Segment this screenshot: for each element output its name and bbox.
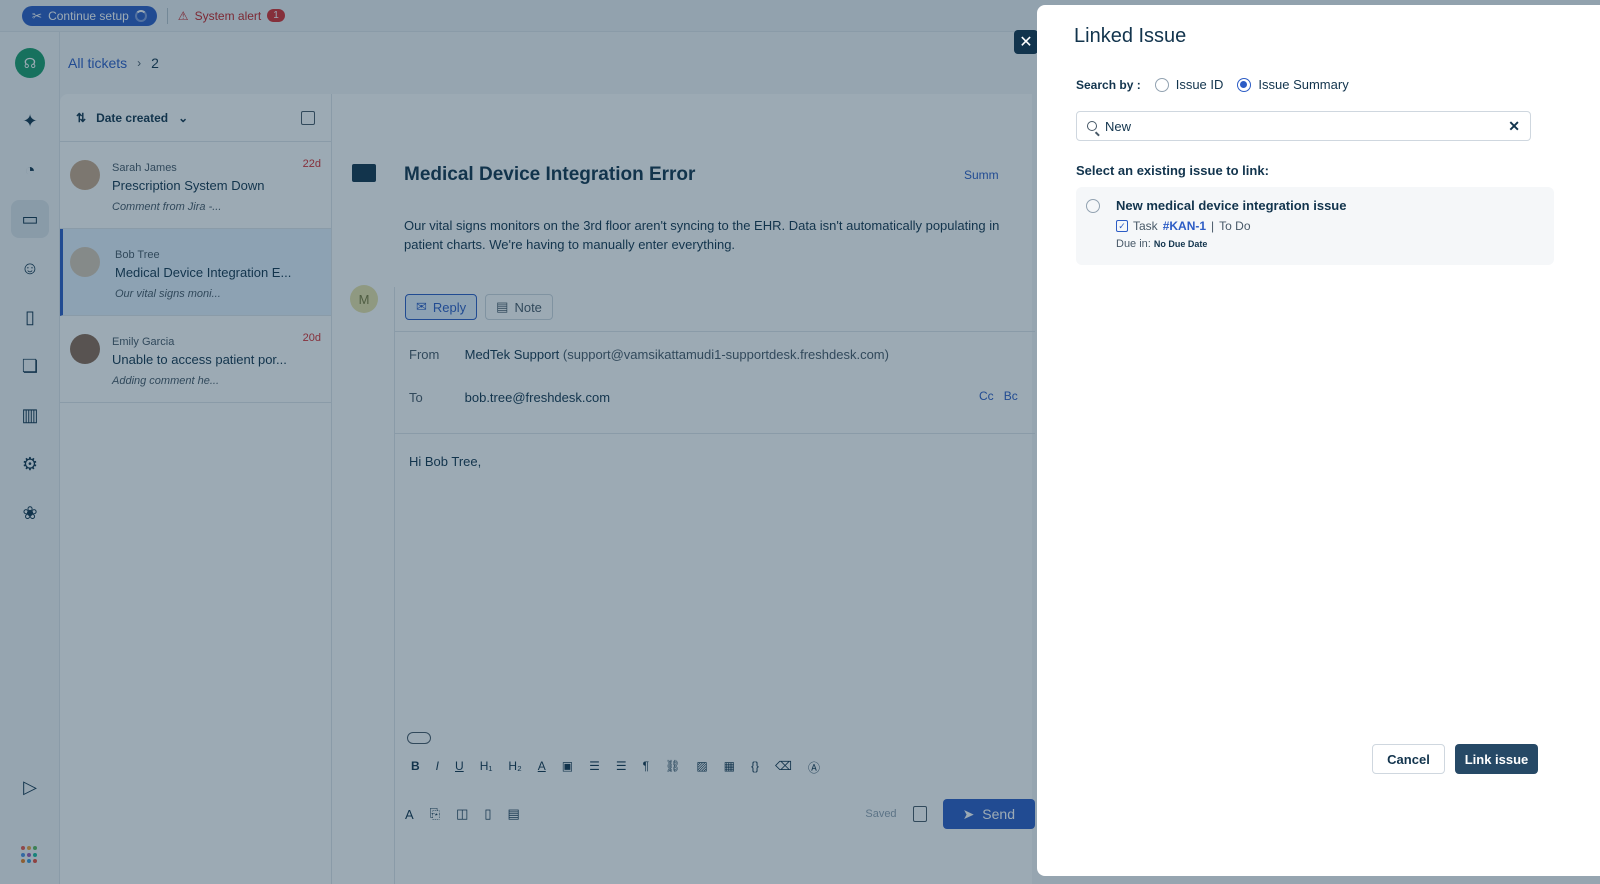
issue-type: Task — [1133, 219, 1158, 233]
search-icon — [1087, 121, 1097, 131]
issue-status-separator: | — [1211, 219, 1215, 233]
panel-title: Linked Issue — [1074, 25, 1187, 47]
link-issue-button[interactable]: Link issue — [1455, 744, 1538, 774]
linked-issue-panel: Linked Issue Search by : Issue ID Issue … — [1037, 5, 1600, 876]
issue-search-field[interactable]: ✕ — [1076, 111, 1531, 141]
issue-due-label: Due in: — [1116, 238, 1151, 250]
issue-due-value: No Due Date — [1153, 239, 1208, 249]
search-by-label: Search by : — [1076, 77, 1141, 92]
radio-circle-selected[interactable] — [1237, 77, 1252, 92]
radio-issue-summary-label: Issue Summary — [1258, 77, 1349, 92]
radio-circle[interactable] — [1154, 77, 1169, 92]
issue-key-link[interactable]: #KAN-1 — [1163, 219, 1206, 233]
cancel-button[interactable]: Cancel — [1372, 744, 1445, 774]
issue-radio[interactable] — [1086, 199, 1100, 213]
issue-title: New medical device integration issue — [1116, 198, 1347, 213]
issue-result-item[interactable]: New medical device integration issue ✓ T… — [1076, 187, 1554, 265]
search-by-group: Search by : Issue ID Issue Summary — [1076, 77, 1349, 92]
issue-status: To Do — [1219, 219, 1251, 233]
task-checkbox-icon: ✓ — [1116, 220, 1128, 232]
issue-meta: ✓ Task #KAN-1 | To Do — [1116, 219, 1251, 233]
select-issue-label: Select an existing issue to link: — [1076, 163, 1269, 178]
clear-icon[interactable]: ✕ — [1508, 118, 1520, 135]
close-icon[interactable]: ✕ — [1014, 30, 1038, 54]
radio-issue-summary[interactable]: Issue Summary — [1237, 77, 1349, 92]
radio-issue-id-label: Issue ID — [1175, 77, 1224, 92]
radio-issue-id[interactable]: Issue ID — [1154, 77, 1224, 92]
issue-search-input[interactable] — [1105, 118, 1501, 134]
issue-due: Due in: No Due Date — [1116, 238, 1207, 250]
